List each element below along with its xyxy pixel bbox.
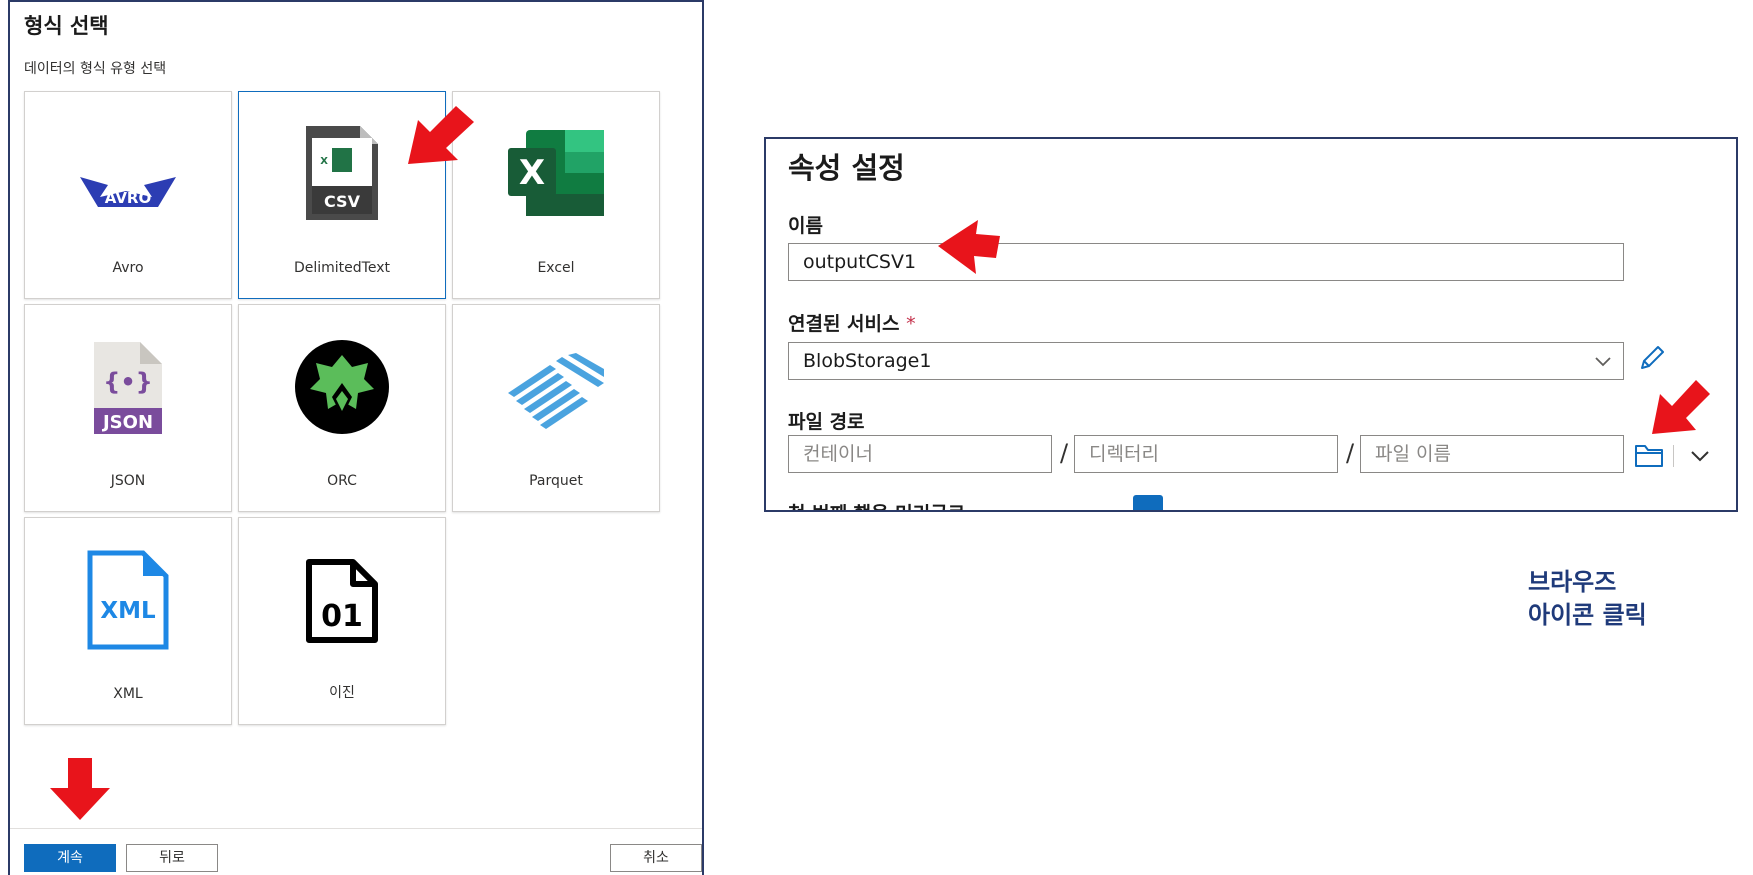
format-selection-panel: 형식 선택 데이터의 형식 유형 선택 AVRO Avro X CSV Deli…: [8, 0, 704, 875]
linked-service-label: 연결된 서비스 *: [788, 309, 916, 336]
svg-text:XML: XML: [100, 598, 156, 624]
format-tile-json[interactable]: {•} JSON JSON: [24, 304, 232, 512]
red-arrow-icon: [408, 106, 474, 164]
xml-file-icon: XML: [87, 550, 169, 650]
toolbar-divider: [1673, 445, 1674, 467]
linked-service-select[interactable]: BlobStorage1: [788, 342, 1624, 380]
path-separator: /: [1346, 439, 1355, 467]
svg-text:CSV: CSV: [324, 192, 361, 211]
file-path-label: 파일 경로: [788, 411, 865, 433]
directory-input[interactable]: 디렉터리: [1074, 435, 1338, 473]
panel-subtitle: 데이터의 형식 유형 선택: [24, 61, 167, 77]
footer-divider: [10, 828, 702, 829]
linked-service-label-text: 연결된 서비스: [788, 313, 900, 335]
excel-icon: X: [508, 130, 604, 216]
panel-title: 형식 선택: [24, 14, 109, 38]
property-settings-panel: 속성 설정 이름 outputCSV1 연결된 서비스 * BlobStorag…: [764, 137, 1738, 512]
tile-label: Excel: [537, 260, 575, 276]
chevron-down-icon[interactable]: [1690, 450, 1710, 462]
red-arrow-icon: [50, 758, 110, 820]
annotation-note: 브라우즈 아이콘 클릭: [1528, 566, 1647, 632]
parquet-logo-icon: [508, 353, 604, 429]
edit-pencil-icon[interactable]: [1638, 344, 1666, 372]
required-marker: *: [906, 313, 916, 335]
continue-button[interactable]: 계속: [24, 844, 116, 872]
tile-label: JSON: [110, 473, 146, 489]
chevron-down-icon: [1595, 357, 1611, 367]
svg-text:X: X: [519, 153, 545, 193]
format-tile-xml[interactable]: XML XML: [24, 517, 232, 725]
format-tile-avro[interactable]: AVRO Avro: [24, 91, 232, 299]
red-arrow-icon: [938, 220, 1000, 274]
tile-label: 이진: [329, 685, 355, 701]
name-input[interactable]: outputCSV1: [788, 243, 1624, 281]
svg-text:AVRO: AVRO: [105, 189, 152, 207]
binary-file-icon: 01: [306, 559, 378, 643]
cancel-button[interactable]: 취소: [610, 844, 702, 872]
first-row-header-label: 첫 번째 행을 머리글로: [788, 499, 965, 510]
browse-folder-icon[interactable]: [1634, 442, 1664, 468]
tile-label: ORC: [327, 473, 357, 489]
name-label: 이름: [788, 215, 823, 237]
annotation-line-2: 아이콘 클릭: [1528, 601, 1647, 629]
avro-logo-icon: AVRO: [80, 177, 176, 207]
format-tile-binary[interactable]: 01 이진: [238, 517, 446, 725]
first-row-header-checkbox[interactable]: [1133, 495, 1163, 510]
svg-text:JSON: JSON: [101, 412, 153, 433]
red-arrow-icon: [1652, 380, 1710, 434]
panel-title: 속성 설정: [788, 151, 905, 185]
format-tile-excel[interactable]: X Excel: [452, 91, 660, 299]
csv-file-icon: X CSV: [306, 126, 378, 220]
tile-label: DelimitedText: [293, 260, 390, 276]
format-tile-parquet[interactable]: Parquet: [452, 304, 660, 512]
svg-text:01: 01: [321, 599, 363, 634]
orc-logo-icon: [295, 340, 389, 434]
annotation-line-1: 브라우즈: [1528, 568, 1617, 596]
filename-input[interactable]: 파일 이름: [1360, 435, 1624, 473]
tile-label: XML: [113, 686, 143, 702]
container-input[interactable]: 컨테이너: [788, 435, 1052, 473]
tile-label: Avro: [112, 260, 144, 276]
svg-text:X: X: [320, 156, 328, 167]
linked-service-value: BlobStorage1: [803, 350, 932, 372]
path-separator: /: [1060, 439, 1069, 467]
format-tile-orc[interactable]: ORC: [238, 304, 446, 512]
back-button[interactable]: 뒤로: [126, 844, 218, 872]
tile-label: Parquet: [529, 473, 583, 489]
json-file-icon: {•} JSON: [94, 342, 162, 434]
svg-text:{•}: {•}: [103, 368, 153, 396]
